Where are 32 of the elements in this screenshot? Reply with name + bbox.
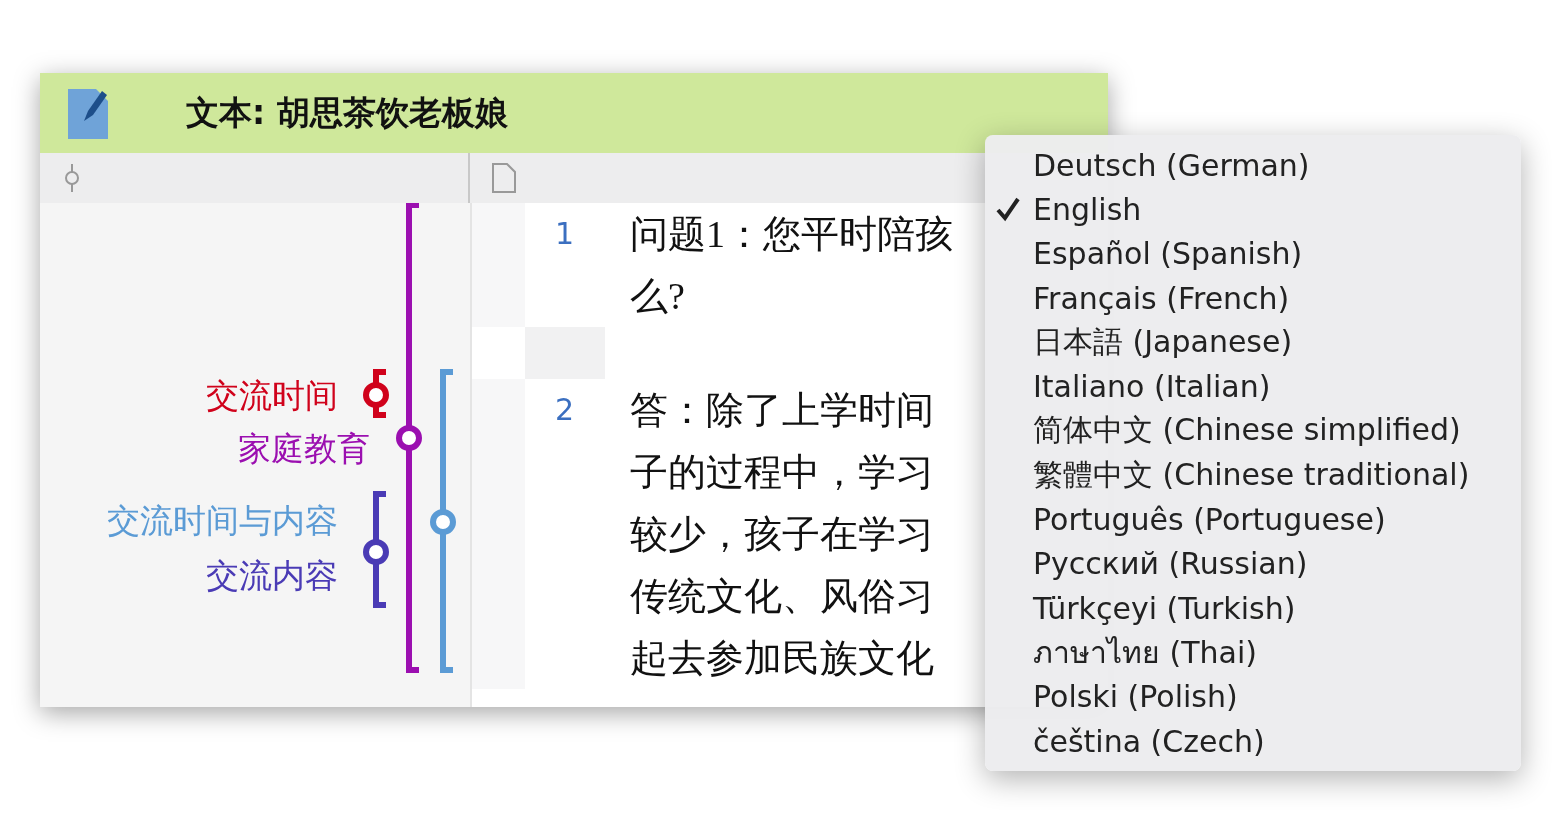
language-menu-item[interactable]: Español (Spanish) xyxy=(985,231,1521,276)
paragraph-number: 1 xyxy=(554,215,574,253)
code-bracket[interactable] xyxy=(396,203,422,673)
code-label[interactable]: 家庭教育 xyxy=(238,431,370,465)
language-menu-item[interactable]: English xyxy=(985,187,1521,232)
language-menu-item[interactable]: 简体中文 (Chinese simplified) xyxy=(985,408,1521,454)
paragraph-text-line: 问题1：您平时陪孩 xyxy=(630,212,953,257)
language-menu-item[interactable]: Français (French) xyxy=(985,275,1521,321)
language-menu-item[interactable]: Deutsch (German) xyxy=(985,143,1521,188)
language-menu-item[interactable]: Türkçeyi (Turkish) xyxy=(985,585,1521,631)
language-menu-item[interactable]: 日本語 (Japanese) xyxy=(985,320,1521,365)
window-title: 文本: 胡思茶饮老板娘 xyxy=(186,91,508,134)
paragraph-text-line: 答：除了上学时间 xyxy=(630,388,934,433)
language-menu-item[interactable]: Русский (Russian) xyxy=(985,541,1521,586)
code-bracket[interactable] xyxy=(363,491,389,608)
checkmark-icon xyxy=(995,196,1021,223)
document-edit-icon xyxy=(68,87,108,139)
paragraph-text-line: 子的过程中，学习 xyxy=(630,450,934,495)
paragraph-number: 2 xyxy=(554,391,574,429)
paragraph-text-line: 么? xyxy=(630,274,686,319)
language-menu-item[interactable]: Italiano (Italian) xyxy=(985,364,1521,409)
paragraph-text-line: 较少，孩子在学习 xyxy=(630,512,934,557)
language-menu-item[interactable]: 繁體中文 (Chinese traditional) xyxy=(985,453,1521,498)
language-menu-item[interactable]: čeština (Czech) xyxy=(985,718,1521,764)
language-menu-item[interactable]: Português (Portuguese) xyxy=(985,497,1521,542)
paragraph-text-line: 起去参加民族文化 xyxy=(630,636,934,681)
language-menu-item[interactable]: Polski (Polish) xyxy=(985,674,1521,719)
paragraph-text-line: 传统文化、风俗习 xyxy=(630,574,934,619)
code-label[interactable]: 交流时间 xyxy=(206,378,338,412)
language-menu-item[interactable]: ภาษาไทย (Thai) xyxy=(985,630,1521,675)
code-label[interactable]: 交流内容 xyxy=(206,558,338,592)
code-bracket[interactable] xyxy=(363,369,389,418)
